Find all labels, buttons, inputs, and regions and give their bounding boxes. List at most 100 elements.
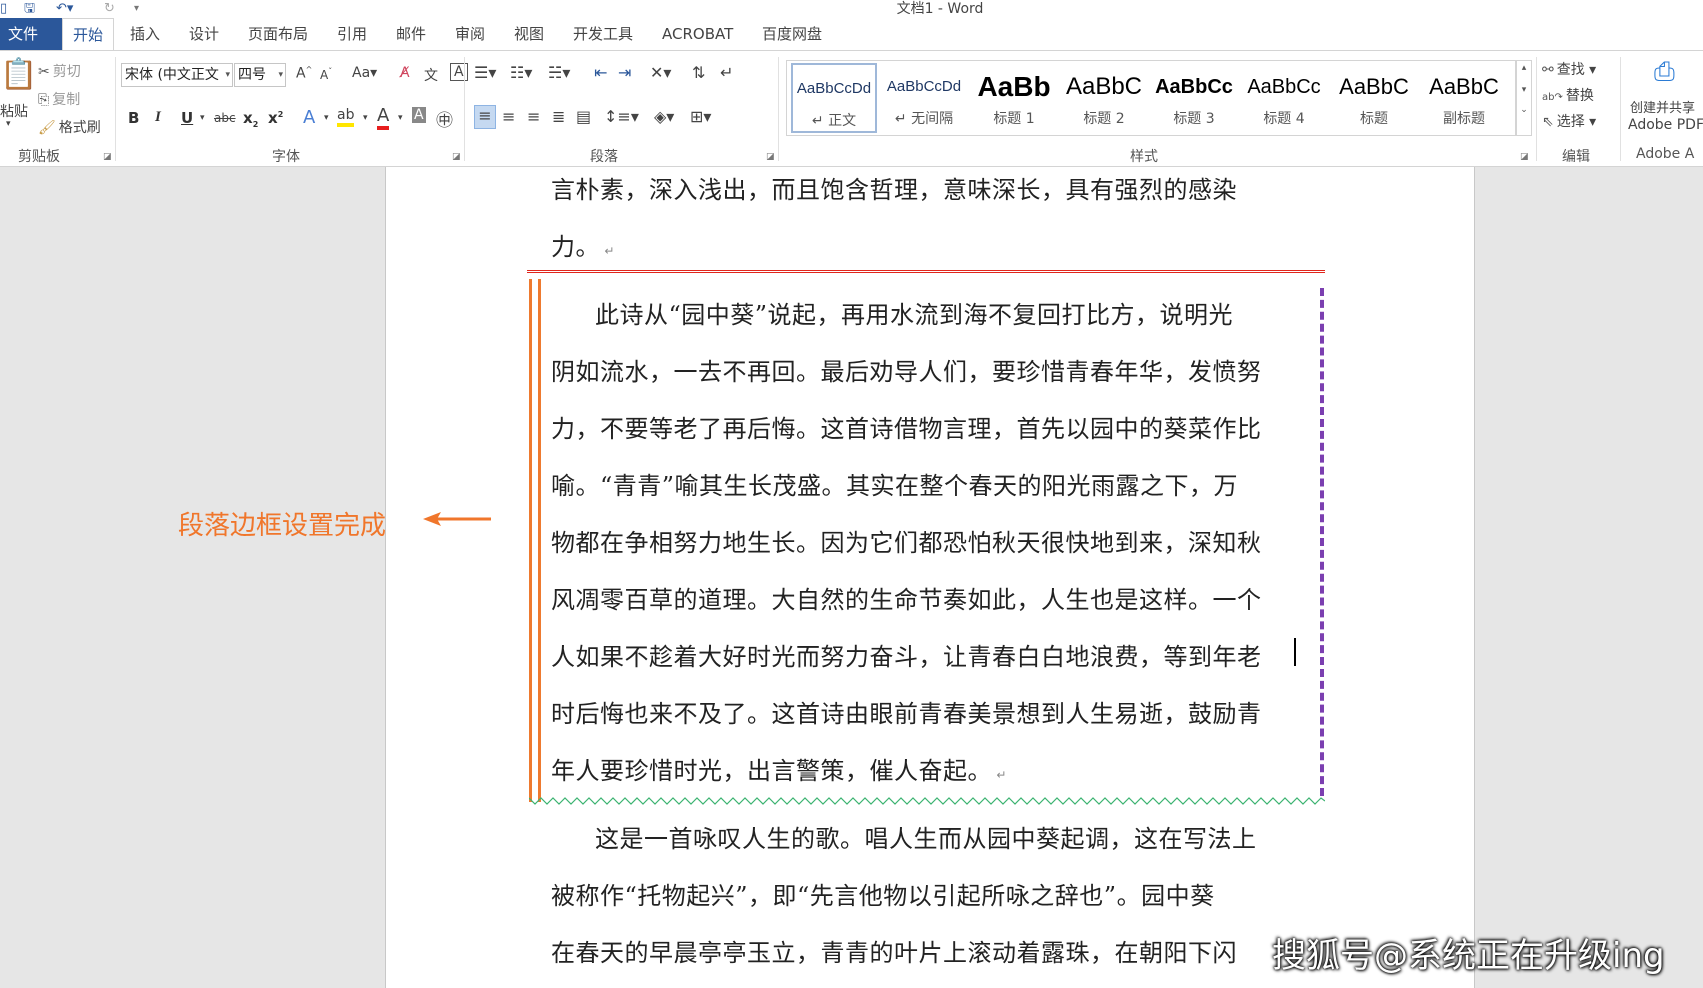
style-subtitle[interactable]: AaBbC 副标题 xyxy=(1421,63,1507,133)
text-line[interactable]: 风凋零百草的道理。大自然的生命节奏如此，人生也是这样。一个 xyxy=(551,580,1262,615)
document-page[interactable] xyxy=(385,167,1475,988)
font-name-value: 宋体 (中文正文 xyxy=(125,67,219,83)
tab-mailings[interactable]: 邮件 xyxy=(396,18,426,50)
font-color-dropdown-icon[interactable]: ▾ xyxy=(398,113,403,123)
format-painter-button[interactable]: 🖌 格式刷 xyxy=(38,117,101,137)
font-name-combo[interactable]: 宋体 (中文正文 ▾ xyxy=(121,63,233,87)
tab-view[interactable]: 视图 xyxy=(514,18,544,50)
text-line[interactable]: 物都在争相努力地生长。因为它们都恐怕秋天很快地到来，深知秋 xyxy=(551,523,1262,558)
subscript-button[interactable]: x2 xyxy=(243,109,258,129)
highlight-dropdown-icon[interactable]: ▾ xyxy=(363,113,368,123)
chevron-down-icon: ▾ xyxy=(278,70,283,80)
paragraph-launcher-icon[interactable]: ◪ xyxy=(766,152,775,162)
underline-button[interactable]: U xyxy=(181,109,193,127)
expand-gallery-icon[interactable]: ⌄ xyxy=(1517,105,1531,115)
increase-indent-icon[interactable]: ⇥ xyxy=(618,63,631,82)
italic-button[interactable]: I xyxy=(155,109,161,126)
annotation-arrow-icon xyxy=(423,512,491,526)
text-line[interactable]: 力。 ↵ xyxy=(551,227,615,262)
align-right-button[interactable]: ≡ xyxy=(527,107,540,126)
select-button[interactable]: ⇖ 选择 ▾ xyxy=(1542,111,1596,131)
phonetic-guide-icon[interactable]: 文 xyxy=(424,65,438,85)
style-title[interactable]: AaBbC 标题 xyxy=(1331,63,1417,133)
style-no-spacing[interactable]: AaBbCcDd ↵ 无间隔 xyxy=(881,63,967,133)
shrink-font-button[interactable]: Aˇ xyxy=(320,67,332,82)
select-label: 选择 xyxy=(1556,114,1585,130)
multilevel-list-icon[interactable]: ☵▾ xyxy=(548,63,570,82)
style-heading-4[interactable]: AaBbCc 标题 4 xyxy=(1241,63,1327,133)
tab-review[interactable]: 审阅 xyxy=(455,18,485,50)
tab-home[interactable]: 开始 xyxy=(62,18,115,51)
text-line[interactable]: 阴如流水，一去不再回。最后劝导人们，要珍惜青春年华，发愤努 xyxy=(551,352,1262,387)
text-effects-dropdown-icon[interactable]: ▾ xyxy=(324,113,329,123)
font-launcher-icon[interactable]: ◪ xyxy=(452,152,461,162)
document-canvas[interactable] xyxy=(0,167,1703,988)
borders-icon[interactable]: ⊞▾ xyxy=(690,107,711,126)
scroll-up-icon[interactable]: ▴ xyxy=(1517,63,1531,73)
font-color-icon[interactable]: A xyxy=(377,105,390,130)
text-line[interactable]: 在春天的早晨亭亭玉立，青青的叶片上滚动着露珠，在朝阳下闪 xyxy=(551,933,1237,968)
decrease-indent-icon[interactable]: ⇤ xyxy=(594,63,607,82)
font-size-combo[interactable]: 四号 ▾ xyxy=(234,63,286,87)
align-center-button[interactable]: ≡ xyxy=(502,107,515,126)
text-line[interactable]: 此诗从“园中葵”说起，再用水流到海不复回打比方，说明光 xyxy=(595,295,1233,330)
text-line[interactable]: 被称作“托物起兴”，即“先言他物以引起所咏之辞也”。园中葵 xyxy=(551,876,1215,911)
align-left-button[interactable]: ≡ xyxy=(474,105,496,129)
paste-dropdown-icon[interactable]: ▾ xyxy=(6,119,11,129)
styles-gallery-scroll[interactable]: ▴ ▾ ⌄ xyxy=(1516,60,1532,136)
text-line[interactable]: 年人要珍惜时光，出言警策，催人奋起。 ↵ xyxy=(551,751,1007,786)
create-pdf-icon[interactable]: ⎙ xyxy=(1654,57,1675,88)
distributed-button[interactable]: ▤ xyxy=(576,107,591,126)
text-line[interactable]: 人如果不趁着大好时光而努力奋斗，让青春白白地浪费，等到年老 xyxy=(551,637,1262,672)
tab-baidu-netdisk[interactable]: 百度网盘 xyxy=(762,18,822,50)
style-name: 标题 2 xyxy=(1083,111,1125,127)
numbering-icon[interactable]: ☷▾ xyxy=(510,63,532,82)
text-line[interactable]: 言朴素，深入浅出，而且饱含哲理，意味深长，具有强烈的感染 xyxy=(551,170,1237,205)
text-line[interactable]: 喻。“青青”喻其生长茂盛。其实在整个春天的阳光雨露之下，万 xyxy=(551,466,1238,501)
format-painter-label: 格式刷 xyxy=(58,120,101,136)
create-pdf-line1[interactable]: 创建并共享 xyxy=(1630,97,1695,116)
show-marks-icon[interactable]: ↵ xyxy=(720,63,733,82)
style-heading-1[interactable]: AaBb 标题 1 xyxy=(971,63,1057,133)
cut-button[interactable]: ✂ 剪切 xyxy=(38,61,81,81)
change-case-button[interactable]: Aa▾ xyxy=(352,65,377,81)
text-line[interactable]: 这是一首咏叹人生的歌。唱人生而从园中葵起调，这在写法上 xyxy=(595,819,1257,854)
shading-icon[interactable]: ◈▾ xyxy=(654,107,674,126)
line-spacing-icon[interactable]: ↕≡▾ xyxy=(604,107,639,126)
text-effects-icon[interactable]: A xyxy=(303,107,315,128)
tab-file[interactable]: 文件 xyxy=(0,18,62,50)
tab-design[interactable]: 设计 xyxy=(189,18,219,50)
justify-button[interactable]: ≣ xyxy=(552,107,565,126)
copy-button[interactable]: ⎘ 复制 xyxy=(38,89,80,109)
underline-dropdown-icon[interactable]: ▾ xyxy=(200,113,205,123)
character-shading-icon[interactable]: A xyxy=(412,107,426,123)
style-heading-2[interactable]: AaBbC 标题 2 xyxy=(1061,63,1147,133)
paste-icon[interactable]: 📋 xyxy=(0,57,37,92)
text-line[interactable]: 时后悔也来不及了。这首诗由眼前青春美景想到人生易逝，鼓励青 xyxy=(551,694,1262,729)
text-line[interactable]: 力，不要等老了再后悔。这首诗借物言理，首先以园中的葵菜作比 xyxy=(551,409,1262,444)
tab-references[interactable]: 引用 xyxy=(337,18,367,50)
bold-button[interactable]: B xyxy=(128,109,139,127)
tab-layout[interactable]: 页面布局 xyxy=(248,18,308,50)
highlight-icon[interactable]: ab xyxy=(337,107,355,127)
clipboard-launcher-icon[interactable]: ◪ xyxy=(103,152,112,162)
bullets-icon[interactable]: ☰▾ xyxy=(474,63,496,82)
tab-insert[interactable]: 插入 xyxy=(130,18,160,50)
strikethrough-button[interactable]: abc xyxy=(214,111,236,125)
superscript-button[interactable]: x2 xyxy=(268,109,283,127)
chinese-layout-icon[interactable]: ✕▾ xyxy=(650,63,671,82)
scroll-down-icon[interactable]: ▾ xyxy=(1517,85,1531,95)
style-normal[interactable]: AaBbCcDd ↵ 正文 xyxy=(791,63,877,133)
create-pdf-line2[interactable]: Adobe PDF xyxy=(1628,117,1703,133)
find-button[interactable]: ⚯ 查找 ▾ xyxy=(1542,59,1596,79)
grow-font-button[interactable]: A^ xyxy=(296,65,312,82)
style-heading-3[interactable]: AaBbCc 标题 3 xyxy=(1151,63,1237,133)
tab-developer[interactable]: 开发工具 xyxy=(573,18,633,50)
enclose-characters-icon[interactable]: ㊥ xyxy=(436,106,453,131)
paste-button[interactable]: 粘贴 xyxy=(0,101,28,121)
clear-formatting-icon[interactable]: A̸ xyxy=(400,65,410,81)
tab-acrobat[interactable]: ACROBAT xyxy=(662,18,733,50)
sort-icon[interactable]: ⇅ xyxy=(692,63,705,82)
styles-launcher-icon[interactable]: ◪ xyxy=(1520,152,1529,162)
replace-button[interactable]: ab↷ 替换 xyxy=(1542,85,1594,105)
